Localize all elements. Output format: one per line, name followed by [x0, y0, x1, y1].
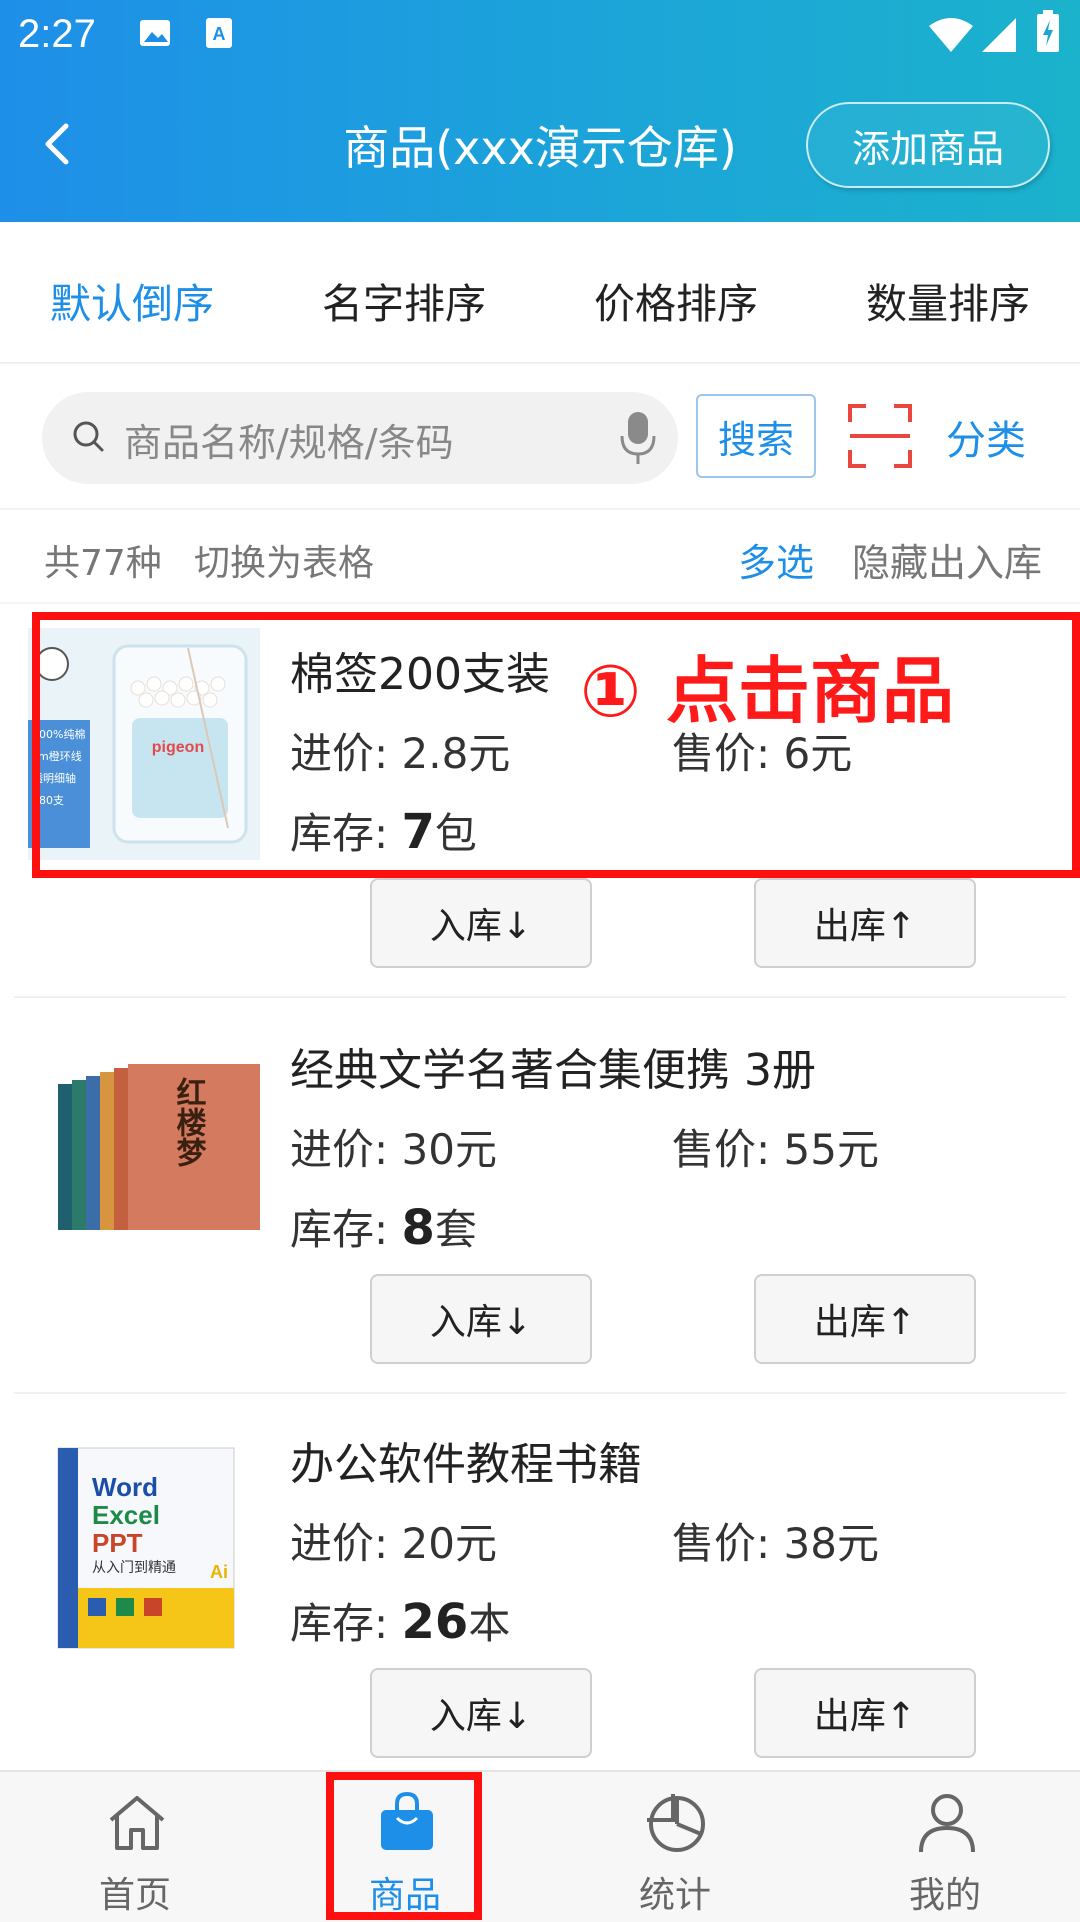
list-info-row: 共77种 切换为表格 多选 隐藏出入库 [0, 510, 1080, 604]
stock-in-button[interactable]: 入库↓ [370, 878, 592, 968]
product-name: 经典文学名著合集便携 3册 [290, 1045, 816, 1096]
svg-text:Excel: Excel [92, 1500, 160, 1530]
status-time: 2:27 [18, 12, 96, 56]
battery-charging-icon [1036, 10, 1060, 58]
purchase-price: 进价: 2.8元 [290, 729, 511, 778]
stock: 库存: 8套 [290, 1200, 477, 1256]
stock-out-button[interactable]: 出库↑ [754, 1668, 976, 1758]
svg-text:A: A [213, 24, 226, 44]
product-item[interactable]: Word Excel PPT 从入门到精通 Ai 办公软件教程书籍 进价: 20… [0, 1394, 1080, 1788]
stock-out-button[interactable]: 出库↑ [754, 878, 976, 968]
product-name: 棉签200支装 [290, 649, 550, 700]
signal-icon [980, 16, 1018, 58]
search-icon [70, 418, 108, 460]
search-row: 商品名称/规格/条码 搜索 分类 [0, 364, 1080, 510]
search-input[interactable]: 商品名称/规格/条码 [42, 392, 678, 484]
search-button[interactable]: 搜索 [696, 394, 816, 478]
microphone-icon[interactable] [618, 410, 658, 470]
stock-out-button[interactable]: 出库↑ [754, 1274, 976, 1364]
wifi-icon [928, 16, 974, 58]
svg-text:Word: Word [92, 1472, 158, 1502]
product-image-classic-novels: 红楼梦 [28, 1024, 260, 1256]
switch-to-table[interactable]: 切换为表格 [194, 534, 374, 586]
sort-tabs: 默认倒序 名字排序 价格排序 数量排序 [0, 222, 1080, 364]
purchase-price: 进价: 20元 [290, 1519, 497, 1568]
stock-in-button[interactable]: 入库↓ [370, 1668, 592, 1758]
sale-price: 售价: 38元 [672, 1519, 879, 1568]
product-item[interactable]: 红楼梦 经典文学名著合集便携 3册 进价: 30元 售价: 55元 库存: 8套… [0, 1000, 1080, 1394]
bottom-nav: 首页 商品 统计 我的 [0, 1770, 1080, 1922]
tab-price-sort[interactable]: 价格排序 [594, 270, 758, 330]
svg-text:100%纯棉: 100%纯棉 [32, 727, 85, 741]
status-bar: 2:27 A [0, 0, 1080, 70]
search-placeholder: 商品名称/规格/条码 [124, 421, 454, 465]
svg-text:红楼梦: 红楼梦 [171, 1077, 207, 1168]
purchase-price: 进价: 30元 [290, 1125, 497, 1174]
nav-home[interactable]: 首页 [0, 1772, 270, 1922]
add-product-button[interactable]: 添加商品 [806, 102, 1050, 188]
tab-quantity-sort[interactable]: 数量排序 [866, 270, 1030, 330]
svg-text:180支: 180支 [32, 794, 64, 807]
stock-in-button[interactable]: 入库↓ [370, 1274, 592, 1364]
svg-text:Ai: Ai [210, 1562, 228, 1582]
nav-statistics[interactable]: 统计 [540, 1772, 810, 1922]
product-name: 办公软件教程书籍 [290, 1439, 642, 1490]
stock: 库存: 7包 [290, 804, 477, 860]
nav-profile[interactable]: 我的 [810, 1772, 1080, 1922]
svg-text:从入门到精通: 从入门到精通 [92, 1560, 176, 1576]
tab-name-sort[interactable]: 名字排序 [322, 270, 486, 330]
hide-in-out-toggle[interactable]: 隐藏出入库 [852, 532, 1042, 587]
product-image-office-book: Word Excel PPT 从入门到精通 Ai [28, 1418, 260, 1650]
stock: 库存: 26本 [290, 1594, 511, 1650]
tutorial-annotation: ① 点击商品 [580, 649, 955, 733]
sale-price: 售价: 55元 [672, 1125, 879, 1174]
gallery-notification-icon [138, 16, 172, 54]
product-image-cotton-swabs: pigeon 100%纯棉 cm橙环线 透明细轴 180支 [28, 628, 260, 860]
svg-text:透明细轴: 透明细轴 [32, 771, 76, 785]
nav-products[interactable]: 商品 [270, 1772, 540, 1922]
category-link[interactable]: 分类 [946, 408, 1026, 466]
svg-text:cm橙环线: cm橙环线 [32, 749, 82, 763]
app-header: 2:27 A 商品(xxx演示仓库) 添加商品 [0, 0, 1080, 222]
translate-notification-icon: A [204, 16, 234, 54]
user-icon [915, 1790, 979, 1858]
multi-select[interactable]: 多选 [738, 532, 814, 587]
svg-text:PPT: PPT [92, 1528, 143, 1558]
divider [14, 996, 1066, 998]
product-count: 共77种 [44, 543, 162, 584]
shopping-bag-icon [375, 1790, 439, 1858]
svg-text:pigeon: pigeon [152, 739, 204, 756]
nav-bar: 商品(xxx演示仓库) 添加商品 [0, 90, 1080, 200]
scan-icon[interactable] [848, 404, 912, 472]
tab-default-desc[interactable]: 默认倒序 [50, 270, 214, 330]
home-icon [105, 1790, 169, 1858]
pie-chart-icon [645, 1790, 709, 1858]
